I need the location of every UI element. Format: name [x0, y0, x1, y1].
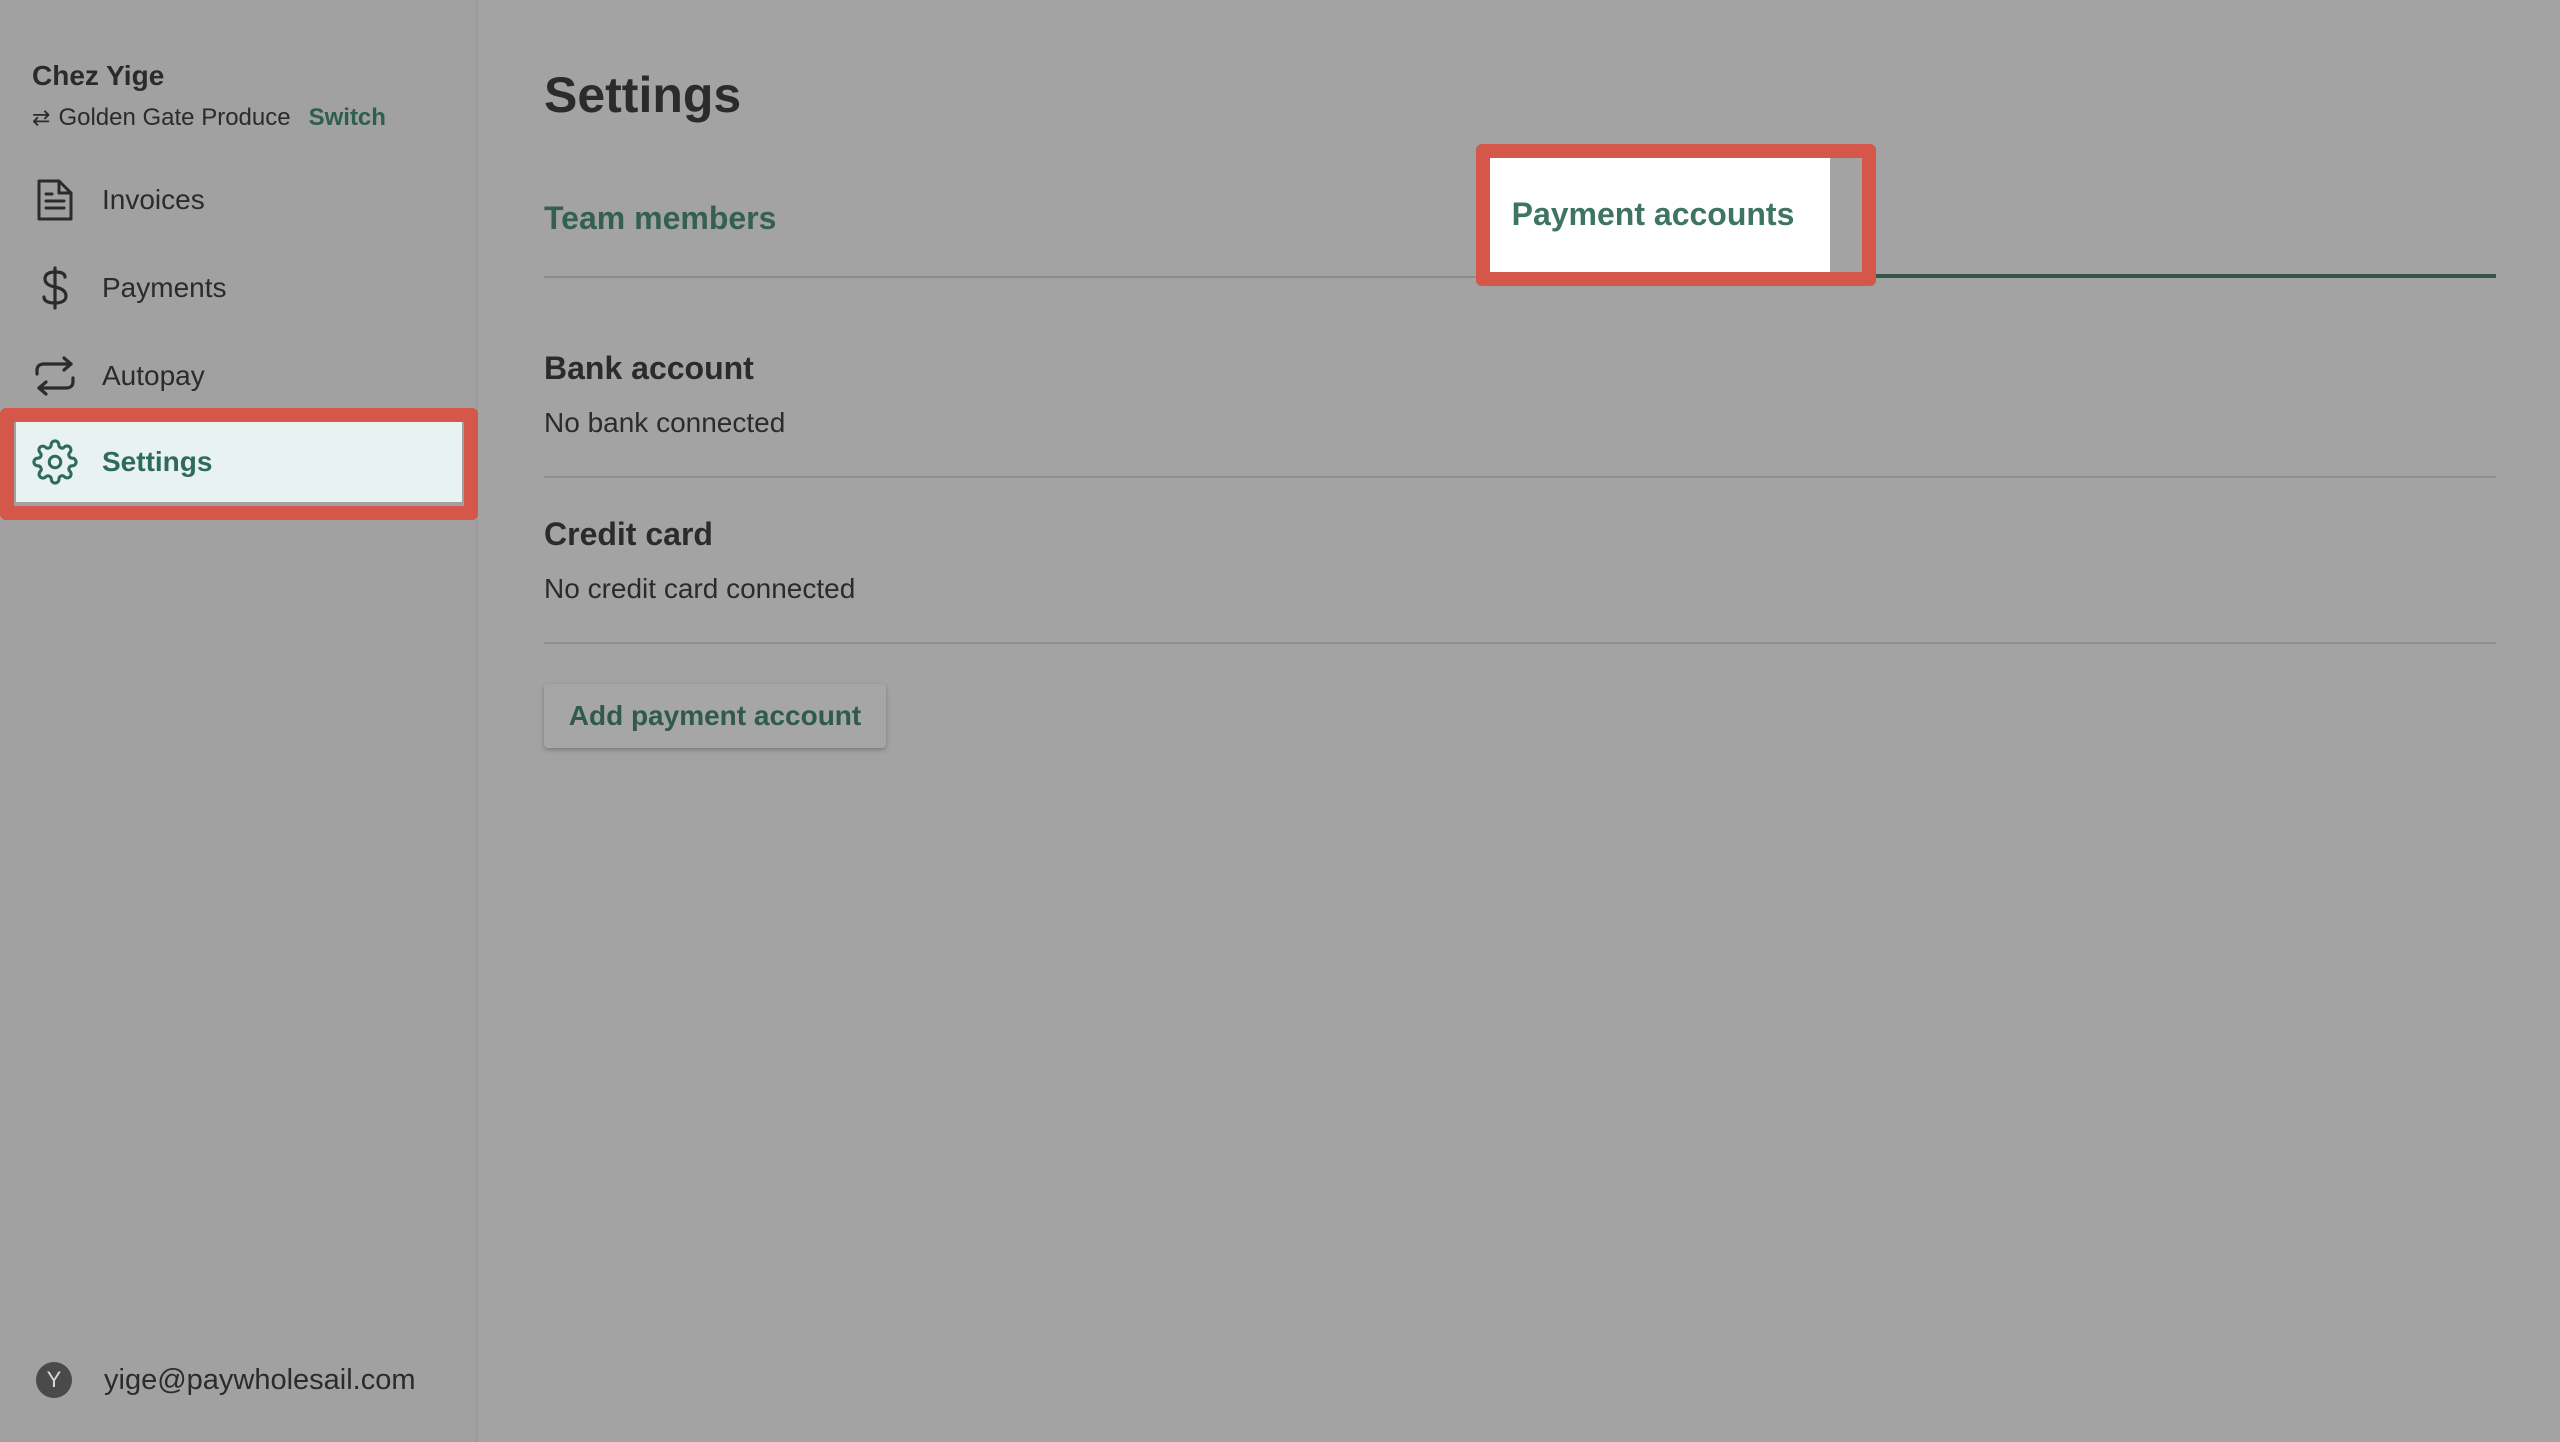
settings-tabs: Team members Payment accounts [544, 150, 2496, 280]
active-tab-indicator [1520, 274, 2496, 278]
sidebar-item-label: Autopay [102, 360, 205, 391]
add-payment-account-button[interactable]: Add payment account [544, 684, 886, 748]
sidebar: Chez Yige ⇄ Golden Gate Produce Switch I… [0, 0, 478, 1442]
user-email: yige@paywholesail.com [104, 1363, 416, 1396]
org-name: Chez Yige [32, 60, 165, 91]
swap-icon: ⇄ [32, 105, 51, 130]
vendor-name: Golden Gate Produce [58, 104, 291, 131]
gear-icon [32, 439, 78, 485]
switch-link[interactable]: Switch [309, 104, 386, 132]
avatar: Y [36, 1362, 72, 1398]
sidebar-item-settings[interactable]: Settings [16, 422, 462, 502]
tab-team-members[interactable]: Team members [544, 200, 776, 237]
dollar-icon [32, 265, 78, 311]
bank-account-status: No bank connected [544, 407, 786, 438]
sidebar-item-label: Settings [102, 446, 213, 477]
credit-card-status: No credit card connected [544, 573, 856, 604]
section-divider [544, 476, 2496, 478]
page-title: Settings [544, 67, 742, 123]
vendor-row: ⇄ Golden Gate Produce Switch [32, 104, 386, 132]
sidebar-item-autopay[interactable]: Autopay [16, 336, 462, 416]
credit-card-title: Credit card [544, 516, 713, 552]
sidebar-item-invoices[interactable]: Invoices [16, 160, 462, 240]
sidebar-item-payments[interactable]: Payments [16, 248, 462, 328]
bank-account-title: Bank account [544, 350, 754, 386]
sidebar-item-label: Payments [102, 272, 227, 303]
bank-account-section: Bank account No bank connected [544, 350, 2496, 439]
credit-card-section: Credit card No credit card connected [544, 516, 2496, 605]
sidebar-item-label: Invoices [102, 184, 205, 215]
user-profile[interactable]: Y yige@paywholesail.com [36, 1362, 416, 1398]
document-icon [32, 177, 78, 223]
app-window: Chez Yige ⇄ Golden Gate Produce Switch I… [0, 0, 2560, 1442]
tab-payment-accounts[interactable]: Payment accounts [1476, 154, 1830, 274]
repeat-icon [32, 353, 78, 399]
section-divider [544, 642, 2496, 644]
